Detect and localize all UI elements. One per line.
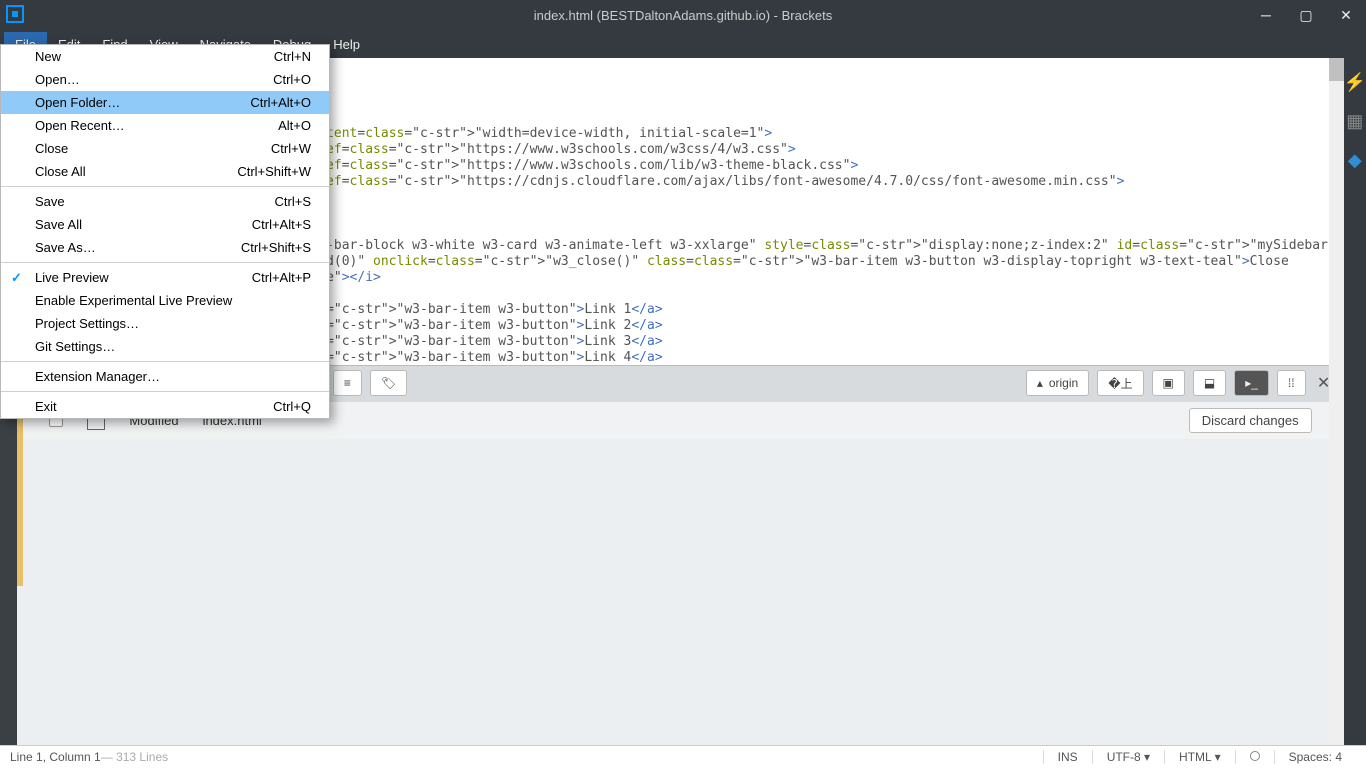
git-pull-button[interactable]: ▣ — [1152, 370, 1185, 396]
file-menu-dropdown: NewCtrl+NOpen…Ctrl+OOpen Folder…Ctrl+Alt… — [0, 44, 330, 419]
menuitem-save-as-[interactable]: Save As…Ctrl+Shift+S — [1, 236, 329, 259]
git-push-button[interactable]: �上 — [1097, 370, 1143, 396]
git-panel-empty — [17, 439, 1343, 746]
menuitem-new[interactable]: NewCtrl+N — [1, 45, 329, 68]
git-settings-button[interactable]: ⁞⁞ — [1277, 370, 1306, 396]
git-list-button[interactable]: ≡ — [333, 370, 362, 396]
close-button[interactable]: ✕ — [1326, 0, 1366, 30]
line-count: — 313 Lines — [101, 750, 168, 764]
menuitem-extension-manager-[interactable]: Extension Manager… — [1, 365, 329, 388]
menuitem-exit[interactable]: ExitCtrl+Q — [1, 395, 329, 418]
maximize-button[interactable]: ▢ — [1286, 0, 1326, 30]
vertical-scrollbar[interactable] — [1329, 58, 1344, 365]
language-selector[interactable]: HTML ▾ — [1164, 750, 1235, 764]
menuitem-save[interactable]: SaveCtrl+S — [1, 190, 329, 213]
cursor-position[interactable]: Line 1, Column 1 — [10, 750, 101, 764]
menuitem-git-settings-[interactable]: Git Settings… — [1, 335, 329, 358]
git-terminal-button[interactable]: ▸_ — [1234, 370, 1269, 396]
right-toolbar: ⚡ ▦ ◆ — [1344, 58, 1366, 745]
app-logo-icon — [6, 5, 24, 23]
extensions-icon[interactable]: ▦ — [1346, 111, 1363, 132]
live-preview-icon[interactable]: ⚡ — [1344, 72, 1366, 93]
git-remote-button[interactable]: ▴ origin — [1026, 370, 1089, 396]
lint-status-icon[interactable] — [1235, 750, 1274, 764]
encoding-selector[interactable]: UTF-8 ▾ — [1092, 750, 1164, 764]
minimize-button[interactable]: ─ — [1246, 0, 1286, 30]
discard-changes-button[interactable]: Discard changes — [1189, 408, 1312, 433]
menuitem-close-all[interactable]: Close AllCtrl+Shift+W — [1, 160, 329, 183]
menuitem-live-preview[interactable]: Live PreviewCtrl+Alt+P — [1, 266, 329, 289]
git-tag-button[interactable]: 🏷 — [370, 370, 407, 396]
statusbar: Line 1, Column 1 — 313 Lines INS UTF-8 ▾… — [0, 745, 1366, 768]
insert-mode[interactable]: INS — [1043, 750, 1092, 764]
window-title: index.html (BESTDaltonAdams.github.io) -… — [534, 8, 832, 23]
git-fetch-button[interactable]: ⬓ — [1193, 370, 1226, 396]
titlebar: index.html (BESTDaltonAdams.github.io) -… — [0, 0, 1366, 30]
menuitem-project-settings-[interactable]: Project Settings… — [1, 312, 329, 335]
menuitem-save-all[interactable]: Save AllCtrl+Alt+S — [1, 213, 329, 236]
menuitem-open-recent-[interactable]: Open Recent…Alt+O — [1, 114, 329, 137]
git-icon[interactable]: ◆ — [1348, 150, 1362, 171]
menuitem-close[interactable]: CloseCtrl+W — [1, 137, 329, 160]
menuitem-open-[interactable]: Open…Ctrl+O — [1, 68, 329, 91]
menuitem-enable-experimental-live-preview[interactable]: Enable Experimental Live Preview — [1, 289, 329, 312]
menuitem-open-folder-[interactable]: Open Folder…Ctrl+Alt+O — [1, 91, 329, 114]
indentation-selector[interactable]: Spaces: 4 — [1274, 750, 1356, 764]
